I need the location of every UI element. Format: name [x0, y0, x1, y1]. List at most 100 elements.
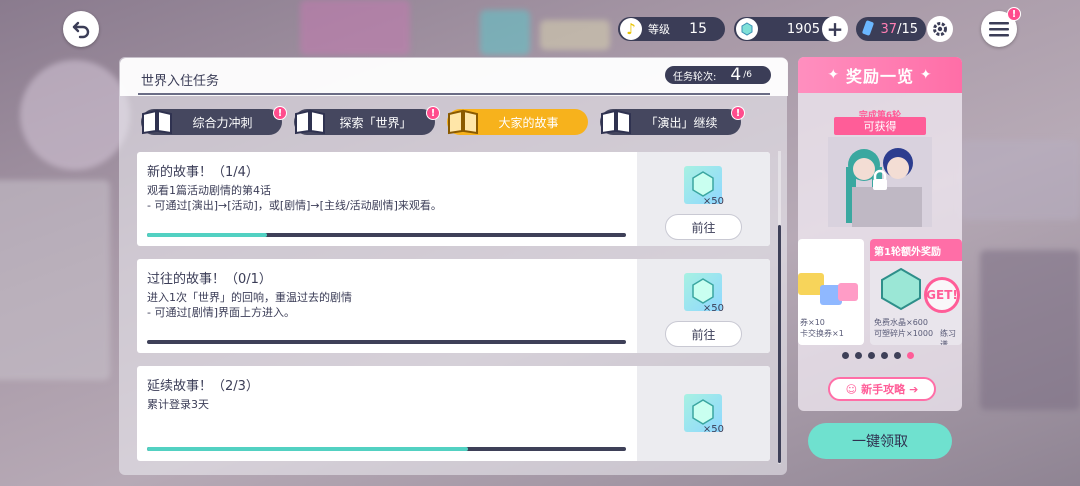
previous-reward-card[interactable]: 券×10 卡交换券×1	[798, 239, 864, 345]
task-desc-line: - 可通过[演出]→[活动]，或[剧情]→[主线/活动剧情]来观看。	[147, 199, 442, 212]
reward-quantity: ×50	[702, 424, 724, 435]
tab-label: 「演出」继续	[645, 115, 718, 130]
reward-quantity: ×50	[702, 196, 724, 207]
task-description: 累计登录3天	[147, 397, 209, 412]
level-indicator: ♪ 等级 15	[618, 17, 725, 41]
crystal-reward-icon: ×50	[684, 273, 724, 314]
carousel-dot[interactable]	[894, 352, 901, 359]
stamina-current: 37	[880, 21, 898, 37]
bonus-line: 可塑碎片×1000	[874, 329, 934, 338]
task-desc-line: 进入1次「世界」的回响，重温过去的剧情	[147, 291, 352, 304]
panel-title: 世界入住任务	[141, 74, 220, 89]
lock-icon	[873, 169, 887, 190]
stamina-value: 37/15	[881, 22, 918, 37]
hamburger-icon	[989, 22, 1009, 37]
crystal-bundle-icon	[881, 267, 921, 311]
task-description: 观看1篇活动剧情的第4话 - 可通过[演出]→[活动]，或[剧情]→[主线/活动…	[147, 183, 442, 213]
stamina-max: /15	[897, 21, 918, 37]
round-label: 任务轮次:	[673, 71, 717, 83]
task-reward-area: ×50	[637, 366, 770, 461]
carousel-indicator	[842, 352, 914, 359]
crystal-reward-icon: ×50	[684, 394, 724, 435]
tab-explore-world[interactable]: 探索「世界」	[294, 109, 435, 135]
task-reward-area: ×50 前往	[637, 152, 770, 246]
carousel-dot-active[interactable]	[907, 352, 914, 359]
tab-label: 综合力冲刺	[192, 115, 253, 130]
task-list-scrollbar[interactable]	[778, 151, 781, 464]
book-icon	[448, 109, 478, 135]
carousel-dot[interactable]	[881, 352, 888, 359]
crystal-value: 1905	[786, 21, 820, 37]
back-arrow-icon	[72, 21, 90, 39]
obtainable-ribbon: 可获得	[834, 117, 926, 135]
carousel-dot[interactable]	[868, 352, 875, 359]
gear-icon	[933, 22, 947, 36]
crystal-icon	[736, 18, 758, 40]
task-desc-line: - 可通过[剧情]界面上方进入。	[147, 306, 296, 319]
beginner-guide-button[interactable]: ☺ 新手攻略 ➔	[828, 377, 936, 401]
stamina-counter: 37/15	[856, 17, 926, 41]
rewards-title: 奖励一览	[845, 67, 914, 86]
tab-label: 探索「世界」	[339, 115, 412, 130]
mascot-icon: ☺	[845, 382, 858, 396]
tab-label: 大家的故事	[498, 115, 559, 130]
guide-label: 新手攻略	[861, 383, 906, 396]
sparkle-icon: ✦	[827, 67, 846, 83]
task-progress-bar	[147, 447, 626, 451]
scrollbar-thumb[interactable]	[778, 225, 781, 463]
carousel-dot[interactable]	[842, 352, 849, 359]
round-value: 4	[730, 65, 742, 85]
book-icon	[295, 109, 325, 135]
tab-everyones-story[interactable]: 大家的故事	[447, 109, 588, 135]
task-description: 进入1次「世界」的回响，重温过去的剧情 - 可通过[剧情]界面上方进入。	[147, 290, 352, 320]
task-round-indicator: 任务轮次: 4 /6	[665, 65, 771, 85]
menu-alert-badge: !	[1007, 7, 1021, 21]
side-item-text: 练习谱	[940, 329, 956, 345]
task-card: 过往的故事！（0/1） 进入1次「世界」的回响，重温过去的剧情 - 可通过[剧情…	[137, 259, 770, 353]
task-progress-bar	[147, 233, 626, 237]
add-crystal-button[interactable]: +	[822, 16, 848, 42]
task-card: 新的故事！（1/4） 观看1篇活动剧情的第4话 - 可通过[演出]→[活动]，或…	[137, 152, 770, 246]
arrow-right-icon: ➔	[909, 382, 919, 396]
music-note-icon: ♪	[620, 18, 642, 40]
level-label: 等级	[648, 23, 670, 36]
claim-all-button[interactable]: 一键领取	[808, 423, 952, 459]
header-divider	[138, 93, 770, 95]
tab-performance-continue[interactable]: 「演出」继续	[600, 109, 741, 135]
tab-power-sprint[interactable]: 综合力冲刺	[141, 109, 282, 135]
book-icon	[601, 109, 631, 135]
crystal-reward-icon: ×50	[684, 166, 724, 207]
bonus-item-text: 免费水晶×600 可塑碎片×1000	[874, 317, 933, 339]
go-button[interactable]: 前往	[665, 214, 742, 240]
reward-quantity: ×50	[702, 303, 724, 314]
settings-button[interactable]	[927, 16, 953, 42]
task-desc-line: 累计登录3天	[147, 398, 209, 411]
reward-item-text: 券×10	[800, 318, 825, 327]
task-title: 延续故事！（2/3）	[147, 379, 259, 394]
bonus-title: 第1轮额外奖励	[870, 239, 962, 261]
tab-alert-badge: !	[731, 106, 745, 120]
bonus-reward-card[interactable]: 第1轮额外奖励 GET! 免费水晶×600 可塑碎片×1000 练习谱	[870, 239, 962, 345]
progress-fill	[147, 233, 267, 237]
level-value: 15	[689, 21, 707, 37]
stamina-bottle-icon	[860, 19, 876, 40]
carousel-dot[interactable]	[855, 352, 862, 359]
progress-fill	[147, 447, 468, 451]
bonus-line: 免费水晶×600	[874, 318, 928, 327]
task-title: 过往的故事！（0/1）	[147, 272, 272, 287]
book-icon	[142, 109, 172, 135]
rewards-panel: ✦ 奖励一览 ✦ 完成第6轮 可获得 券×10 卡交换券×1 第1轮额外奖励 G…	[798, 57, 962, 411]
go-button[interactable]: 前往	[665, 321, 742, 347]
sparkle-icon: ✦	[914, 67, 933, 83]
reward-item-text: 卡交换券×1	[800, 329, 844, 338]
task-progress-bar	[147, 340, 626, 344]
tab-alert-badge: !	[273, 106, 287, 120]
get-stamp: GET!	[924, 277, 960, 313]
round-total: /6	[743, 70, 752, 80]
task-desc-line: 观看1篇活动剧情的第4话	[147, 184, 271, 197]
back-button[interactable]	[63, 11, 99, 47]
tab-alert-badge: !	[426, 106, 440, 120]
task-reward-area: ×50 前往	[637, 259, 770, 353]
task-card: 延续故事！（2/3） 累计登录3天 ×50	[137, 366, 770, 461]
ticket-icon	[798, 273, 858, 305]
